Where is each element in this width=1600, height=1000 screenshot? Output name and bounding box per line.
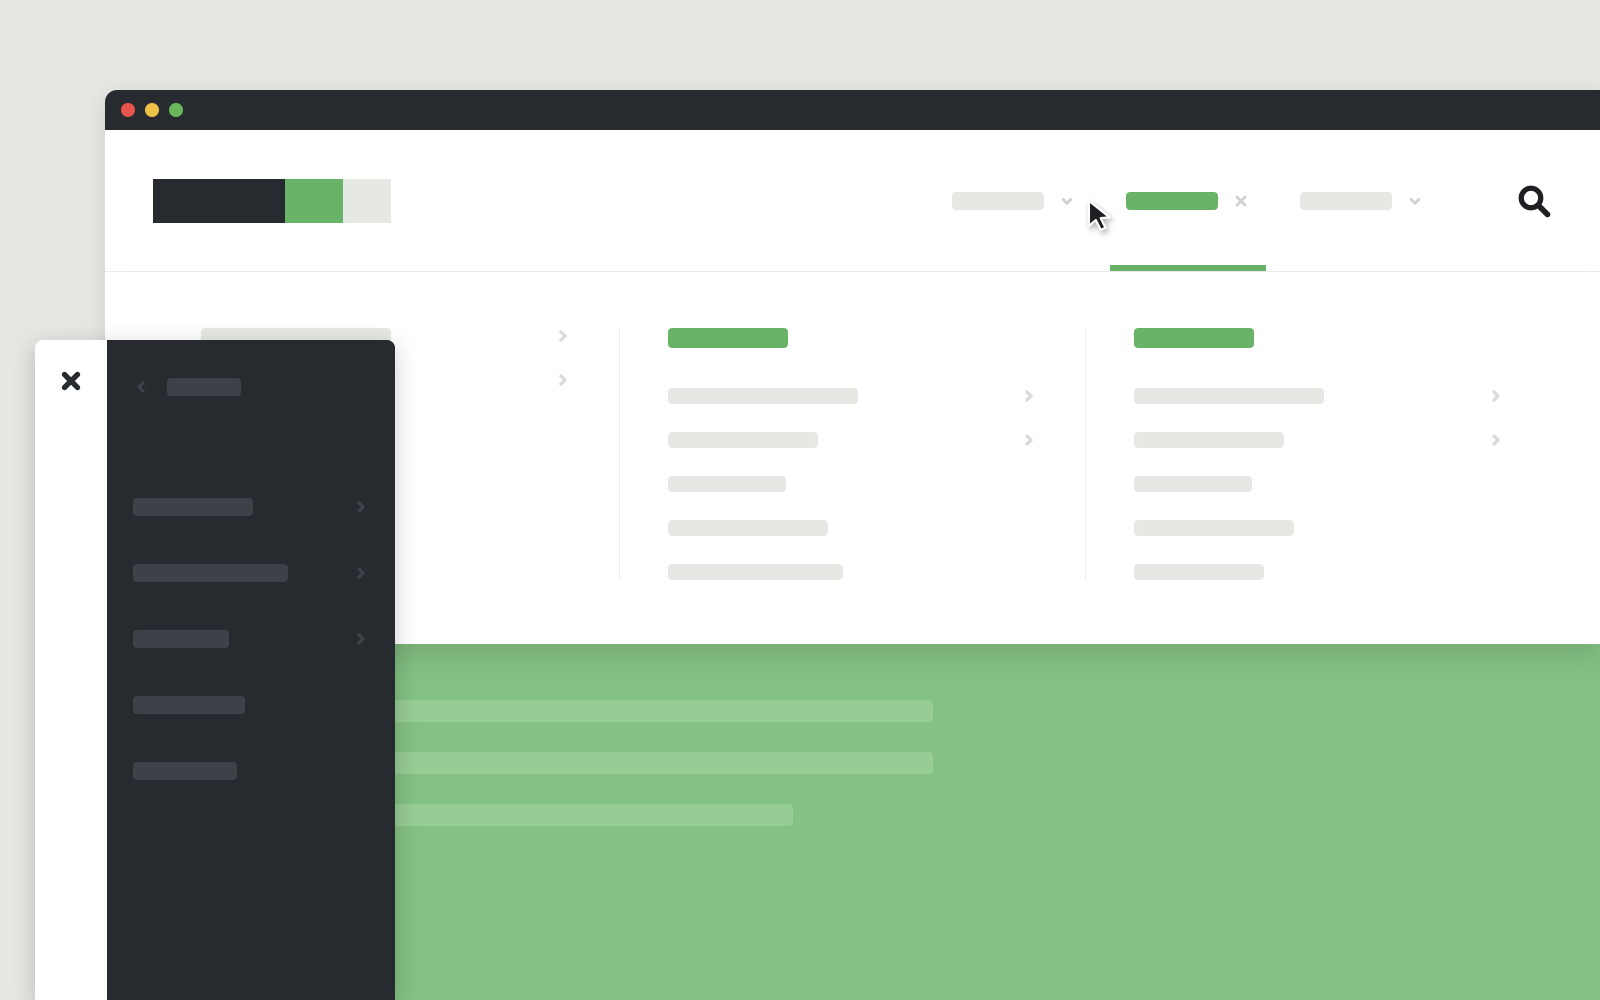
- drawer-item-label: [133, 630, 229, 648]
- mega-menu-item[interactable]: [1134, 564, 1504, 580]
- drawer-panel: [107, 340, 395, 1000]
- logo-segment-green: [285, 179, 343, 223]
- mega-menu-item-label: [1134, 476, 1252, 492]
- chevron-right-icon: [353, 565, 369, 581]
- active-tab-underline: [1110, 265, 1266, 271]
- search-icon: [1516, 183, 1552, 219]
- mega-menu-item[interactable]: [668, 564, 1038, 580]
- nav-tab-label: [952, 192, 1044, 210]
- mega-menu-item-label: [1134, 564, 1264, 580]
- close-window-icon[interactable]: [121, 103, 135, 117]
- nav-tab-0[interactable]: [946, 130, 1082, 271]
- chevron-right-icon: [353, 499, 369, 515]
- chevron-left-icon: [133, 379, 149, 395]
- chevron-right-icon: [1488, 432, 1504, 448]
- mega-menu-item-label: [668, 564, 843, 580]
- drawer-active-item[interactable]: [107, 428, 395, 456]
- site-logo[interactable]: [153, 179, 391, 223]
- drawer-item[interactable]: [107, 474, 395, 540]
- chevron-down-icon: [1058, 192, 1076, 210]
- nav-tab-1[interactable]: [1120, 130, 1256, 271]
- mega-menu-column-2: [1086, 328, 1552, 580]
- drawer-item-label: [133, 498, 253, 516]
- mega-menu-item-label: [1134, 432, 1284, 448]
- mega-menu-item[interactable]: [668, 476, 1038, 492]
- close-icon[interactable]: [58, 368, 84, 394]
- window-titlebar: [105, 90, 1600, 130]
- minimize-window-icon[interactable]: [145, 103, 159, 117]
- mega-menu-item[interactable]: [668, 520, 1038, 536]
- drawer-item[interactable]: [107, 738, 395, 804]
- mega-menu-item-label: [1134, 520, 1294, 536]
- nav-tab-2[interactable]: [1294, 130, 1430, 271]
- logo-segment-light: [343, 179, 391, 223]
- mega-menu-heading: [668, 328, 788, 348]
- mega-menu-item[interactable]: [668, 388, 1038, 404]
- mega-menu-item[interactable]: [1134, 388, 1504, 404]
- search-button[interactable]: [1516, 183, 1552, 219]
- drawer-back-button[interactable]: [107, 364, 395, 410]
- chevron-right-icon: [555, 328, 571, 344]
- sidebar-drawer: [35, 340, 395, 1000]
- maximize-window-icon[interactable]: [169, 103, 183, 117]
- chevron-right-icon: [1488, 388, 1504, 404]
- mega-menu-item-label: [668, 432, 818, 448]
- drawer-item[interactable]: [107, 672, 395, 738]
- chevron-right-icon: [1021, 432, 1037, 448]
- primary-nav: [946, 130, 1552, 271]
- close-icon[interactable]: [1232, 192, 1250, 210]
- drawer-item-label: [133, 564, 288, 582]
- nav-tab-label: [1300, 192, 1392, 210]
- chevron-right-icon: [1021, 388, 1037, 404]
- mega-menu-heading: [1134, 328, 1254, 348]
- drawer-item[interactable]: [107, 540, 395, 606]
- drawer-item-label: [133, 696, 245, 714]
- logo-segment-dark: [153, 179, 285, 223]
- nav-tab-label: [1126, 192, 1218, 210]
- chevron-down-icon: [1406, 192, 1424, 210]
- drawer-close-strip: [35, 340, 107, 1000]
- drawer-item-label: [133, 762, 237, 780]
- chevron-right-icon: [353, 631, 369, 647]
- drawer-back-label: [167, 378, 241, 396]
- mega-menu-item[interactable]: [668, 432, 1038, 448]
- mega-menu-item-label: [668, 388, 858, 404]
- mega-menu-item[interactable]: [1134, 432, 1504, 448]
- mega-menu-item-label: [668, 476, 786, 492]
- site-header: [105, 130, 1600, 272]
- mega-menu-item[interactable]: [1134, 520, 1504, 536]
- mega-menu-column-1: [620, 328, 1087, 580]
- mega-menu-item-label: [668, 520, 828, 536]
- mega-menu-item-label: [1134, 388, 1324, 404]
- mega-menu-item[interactable]: [1134, 476, 1504, 492]
- chevron-right-icon: [555, 372, 571, 388]
- drawer-item[interactable]: [107, 606, 395, 672]
